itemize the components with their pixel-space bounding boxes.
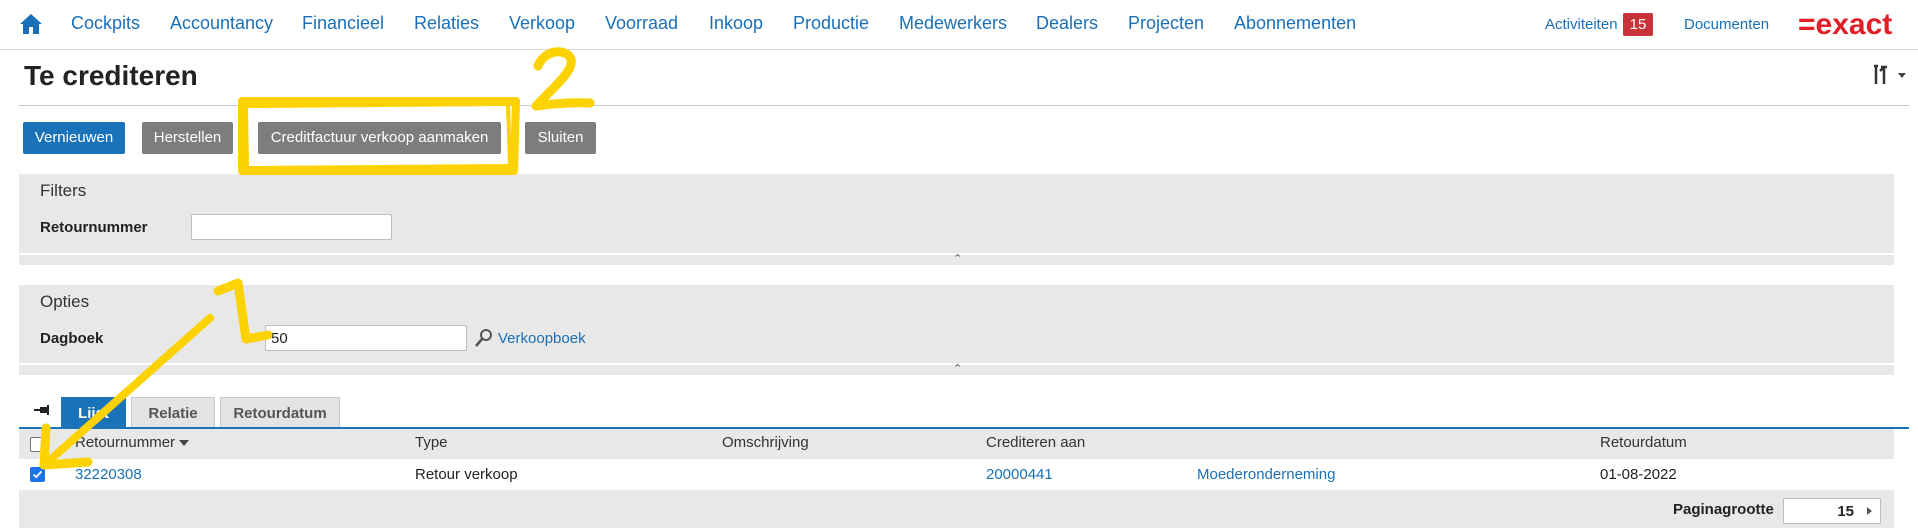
journal-link[interactable]: Verkoopboek <box>498 330 586 347</box>
sort-desc-icon[interactable] <box>179 440 190 447</box>
exact-logo[interactable]: =exact <box>1798 8 1902 42</box>
row-type: Retour verkoop <box>415 466 518 483</box>
logo-text: =exact <box>1798 8 1892 41</box>
return-number-label: Retournummer <box>40 219 148 236</box>
chevron-down-icon <box>1898 73 1906 78</box>
nav-projecten[interactable]: Projecten <box>1128 13 1204 34</box>
nav-relaties[interactable]: Relaties <box>414 13 479 34</box>
return-number-input[interactable] <box>191 214 392 240</box>
page-title: Te crediteren <box>24 60 198 91</box>
chevron-up-icon[interactable]: ⌃ <box>953 252 962 265</box>
home-icon[interactable] <box>19 13 43 35</box>
column-header-credit-to[interactable]: Crediteren aan <box>986 434 1085 451</box>
tools-menu-icon[interactable] <box>1872 64 1908 86</box>
column-header-description[interactable]: Omschrijving <box>722 434 809 451</box>
nav-dealers[interactable]: Dealers <box>1036 13 1098 34</box>
row-credit-to-code[interactable]: 20000441 <box>986 466 1053 483</box>
search-icon[interactable] <box>474 328 494 348</box>
close-button[interactable]: Sluiten <box>525 122 596 154</box>
checkmark-icon <box>32 470 43 479</box>
nav-medewerkers[interactable]: Medewerkers <box>899 13 1007 34</box>
nav-inkoop[interactable]: Inkoop <box>709 13 763 34</box>
options-collapse-bar[interactable]: ⌃ <box>19 363 1894 375</box>
reset-button[interactable]: Herstellen <box>142 122 233 154</box>
nav-abonnementen[interactable]: Abonnementen <box>1234 13 1356 34</box>
tab-relation[interactable]: Relatie <box>131 397 215 428</box>
top-navigation: Cockpits Accountancy Financieel Relaties… <box>0 0 1918 50</box>
nav-accountancy[interactable]: Accountancy <box>170 13 273 34</box>
column-header-label: Retournummer <box>75 434 176 451</box>
column-header-return-date[interactable]: Retourdatum <box>1600 434 1687 451</box>
journal-input[interactable] <box>265 325 467 351</box>
column-header-type[interactable]: Type <box>415 434 448 451</box>
nav-cockpits[interactable]: Cockpits <box>71 13 140 34</box>
journal-label: Dagboek <box>40 330 104 347</box>
filters-title: Filters <box>40 181 87 200</box>
tab-return-date[interactable]: Retourdatum <box>220 397 340 428</box>
row-return-number[interactable]: 32220308 <box>75 466 142 483</box>
page-size-value: 15 <box>1837 503 1854 520</box>
filters-collapse-bar[interactable]: ⌃ <box>19 253 1894 265</box>
column-header-return-number[interactable]: Retournummer <box>75 434 190 451</box>
nav-productie[interactable]: Productie <box>793 13 869 34</box>
chevron-up-icon[interactable]: ⌃ <box>953 362 962 375</box>
activities-count-badge[interactable]: 15 <box>1623 13 1653 36</box>
create-credit-invoice-button[interactable]: Creditfactuur verkoop aanmaken <box>258 122 501 154</box>
select-all-checkbox[interactable] <box>30 437 45 452</box>
row-checkbox[interactable] <box>30 467 45 482</box>
options-panel <box>19 285 1894 363</box>
title-divider <box>19 105 1909 106</box>
chevron-right-icon[interactable] <box>1867 507 1872 515</box>
row-credit-to-name[interactable]: Moederonderneming <box>1197 466 1335 483</box>
nav-financieel[interactable]: Financieel <box>302 13 384 34</box>
row-return-date: 01-08-2022 <box>1600 466 1677 483</box>
pin-icon[interactable] <box>34 404 50 416</box>
tab-list[interactable]: Lijst <box>61 397 126 428</box>
refresh-button[interactable]: Vernieuwen <box>23 122 125 154</box>
nav-verkoop[interactable]: Verkoop <box>509 13 575 34</box>
activities-link[interactable]: Activiteiten <box>1545 16 1618 33</box>
page-size-selector[interactable]: 15 <box>1783 498 1881 524</box>
table-footer <box>19 490 1894 528</box>
page-size-label: Paginagrootte <box>1673 501 1774 518</box>
nav-voorraad[interactable]: Voorraad <box>605 13 678 34</box>
documents-link[interactable]: Documenten <box>1684 16 1769 33</box>
options-title: Opties <box>40 292 90 311</box>
